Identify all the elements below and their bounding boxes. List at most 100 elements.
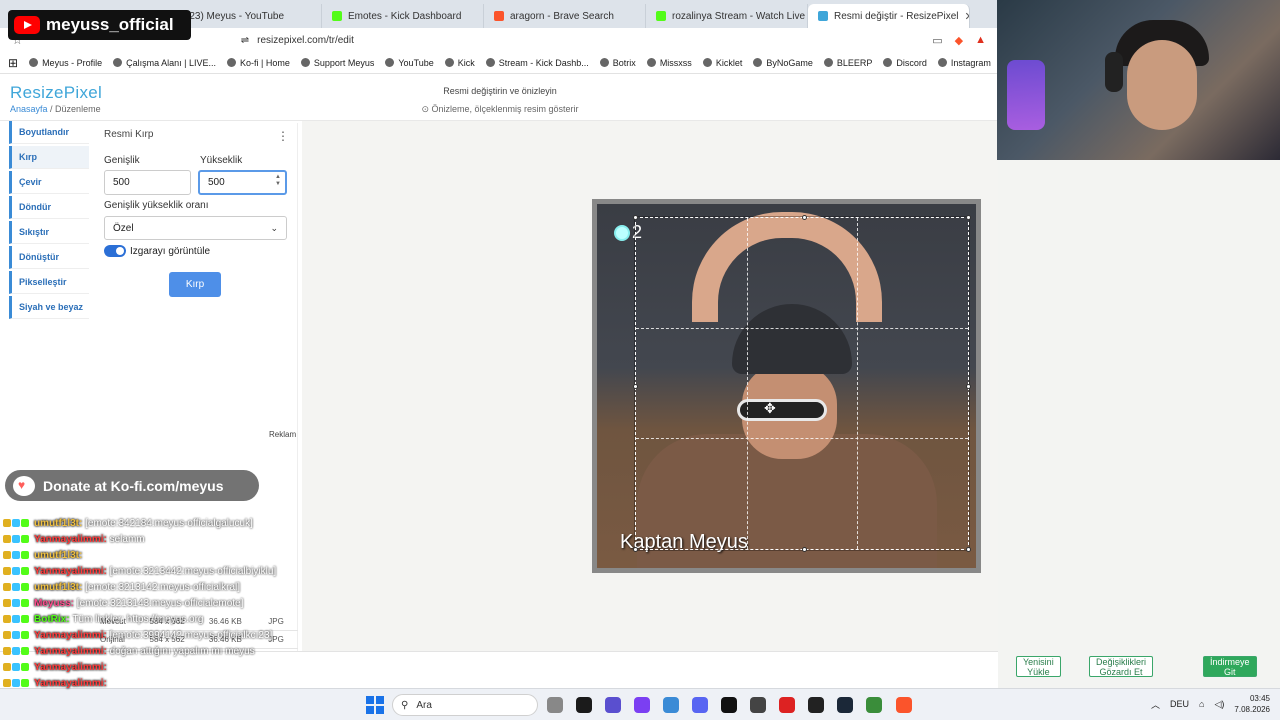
tab-label: aragorn - Brave Search (510, 10, 614, 22)
bookmark-label: BLEERP (836, 57, 873, 68)
crop-handle-se[interactable] (966, 547, 971, 552)
bookmark-item[interactable]: Ko-fi | Home (226, 58, 290, 68)
apps-grid-icon[interactable]: ⊞ (8, 56, 18, 70)
ratio-select[interactable]: Özel ⌄ (104, 216, 287, 240)
tool-menu-item[interactable]: Kırp (9, 146, 89, 169)
brave-shield-icon[interactable]: ◆ (955, 34, 963, 47)
clock[interactable]: 03:45 7.08.2026 (1234, 693, 1270, 715)
bookmark-item[interactable]: Stream - Kick Dashb... (485, 58, 589, 68)
bookmark-item[interactable]: Discord (883, 58, 927, 68)
vscode-icon[interactable] (605, 697, 621, 713)
grid-toggle[interactable] (104, 245, 126, 257)
bookmark-favicon-icon (823, 58, 833, 67)
bookmark-item[interactable]: ByNoGame (753, 58, 813, 68)
browser-tab[interactable]: Resmi değiştir - ResizePixel ✕ (808, 4, 970, 28)
go-to-download-button[interactable]: İndirmeye Git (1203, 656, 1257, 677)
bookmark-item[interactable]: Botrix (599, 58, 636, 68)
tool-menu-item[interactable]: Siyah ve beyaz (9, 296, 89, 319)
chat-message: Yanmayalimmi: (3, 676, 303, 692)
url-field[interactable]: ⇌ resizepixel.com/tr/edit (233, 30, 853, 50)
crop-handle-w[interactable] (633, 383, 638, 389)
tool-menu-item[interactable]: Döndür (9, 196, 89, 219)
breadcrumb-current: / Düzenleme (50, 104, 101, 114)
terminal-icon[interactable] (576, 697, 592, 713)
tool-menu-item[interactable]: Dönüştür (9, 246, 89, 269)
bookmark-item[interactable]: YouTube (385, 58, 434, 68)
crop-box[interactable]: ✥ (633, 215, 971, 552)
browser-tab[interactable]: aragorn - Brave Search (484, 4, 646, 28)
chat-badge-icon (12, 679, 20, 688)
browser-tab[interactable]: Emotes - Kick Dashboard (322, 4, 484, 28)
discord-icon[interactable] (692, 697, 708, 713)
brave-icon[interactable] (896, 697, 912, 713)
tray-expand-icon[interactable]: ︿ (1151, 698, 1160, 711)
recording-app-icon[interactable] (779, 697, 795, 713)
chat-badge-icon (12, 519, 20, 528)
width-input[interactable] (104, 170, 191, 195)
chat-badge-icon (12, 567, 20, 576)
bookmark-label: Missxss (659, 57, 692, 68)
chat-message: Yanmayalimmi: selamm (3, 532, 303, 548)
bookmark-item[interactable]: Instagram (937, 57, 991, 68)
tool-menu-item[interactable]: Sıkıştır (9, 221, 89, 244)
tool-menu-item[interactable]: Çevir (9, 171, 89, 194)
cast-icon[interactable]: ▭ (932, 34, 942, 47)
crop-handle-e[interactable] (966, 383, 971, 389)
app-grid-icon[interactable] (634, 697, 650, 713)
brave-rewards-icon[interactable]: ▲ (975, 34, 986, 47)
close-tab-icon[interactable]: ✕ (964, 10, 969, 23)
tiktok-icon[interactable] (721, 697, 737, 713)
discard-changes-button[interactable]: Değişiklikleri Gözardı Et (1089, 656, 1154, 677)
epic-games-icon[interactable] (808, 697, 824, 713)
bookmark-item[interactable]: Meyus - Profile (29, 58, 102, 68)
webcam-face (1127, 40, 1197, 130)
upload-new-button[interactable]: Yenisini Yükle (1016, 656, 1061, 677)
bookmark-item[interactable]: Support Meyus (300, 58, 374, 68)
counter-dot-icon (614, 224, 630, 241)
crop-handle-s[interactable] (802, 547, 807, 552)
bookmark-item[interactable]: Missxss (646, 57, 692, 68)
browser-app-icon[interactable] (663, 697, 679, 713)
chat-badge-icon (3, 535, 11, 544)
minecraft-icon[interactable] (866, 697, 882, 713)
tool-menu-item[interactable]: Pikselleştir (9, 271, 89, 294)
volume-icon[interactable]: ◁) (1214, 699, 1224, 710)
network-icon[interactable]: ⌂ (1199, 699, 1204, 709)
bookmark-item[interactable]: Kick (444, 58, 475, 68)
url-text: resizepixel.com/tr/edit (257, 34, 354, 46)
bookmarks-bar: ⊞ Meyus - Profile Çalışma Alanı | LIVE...… (0, 52, 1039, 74)
windows-start-icon[interactable] (366, 696, 384, 714)
crop-handle-nw[interactable] (633, 215, 638, 220)
stream-yt-badge: meyuss_official (8, 10, 191, 40)
taskbar-search[interactable]: ⚲ Ara (392, 694, 538, 716)
crop-button[interactable]: Kırp (169, 272, 221, 297)
crop-handle-sw[interactable] (633, 547, 638, 552)
tab-label: Emotes - Kick Dashboard (348, 10, 462, 22)
chat-username: Yanmayalimmi: (34, 662, 107, 673)
more-options-icon[interactable]: ⋮ (277, 129, 289, 143)
crop-handle-n[interactable] (802, 215, 807, 220)
bookmark-label: Çalışma Alanı | LIVE... (126, 57, 216, 68)
file-explorer-icon[interactable] (547, 697, 563, 713)
breadcrumb-home-link[interactable]: Anasayfa (10, 104, 48, 114)
crop-handle-ne[interactable] (966, 215, 971, 220)
height-input[interactable] (198, 170, 287, 195)
steam-icon[interactable] (837, 697, 853, 713)
bookmark-item[interactable]: Çalışma Alanı | LIVE... (113, 58, 216, 68)
bookmark-label: Instagram (950, 57, 991, 68)
site-logo[interactable]: ResizePixel (10, 83, 102, 103)
bookmark-item[interactable]: Kicklet (702, 58, 742, 68)
bookmark-item[interactable]: BLEERP (823, 57, 873, 68)
obs-icon[interactable] (750, 697, 766, 713)
chat-badge-icon (3, 647, 11, 656)
height-stepper-icon[interactable]: ▲ ▼ (275, 174, 281, 188)
chat-badge-icon (12, 663, 20, 672)
tool-menu-item[interactable]: Boyutlandır (9, 121, 89, 144)
input-language[interactable]: DEU (1170, 699, 1189, 709)
chat-username: umutf1l3t: (34, 582, 83, 593)
ad-label: Reklam (269, 430, 297, 439)
browser-tab[interactable]: rozalinya Stream - Watch Live on Kick (646, 4, 808, 28)
chat-badge-icon (12, 599, 20, 608)
site-info-icon[interactable]: ⇌ (241, 35, 249, 46)
chat-badge-icon (3, 615, 11, 624)
